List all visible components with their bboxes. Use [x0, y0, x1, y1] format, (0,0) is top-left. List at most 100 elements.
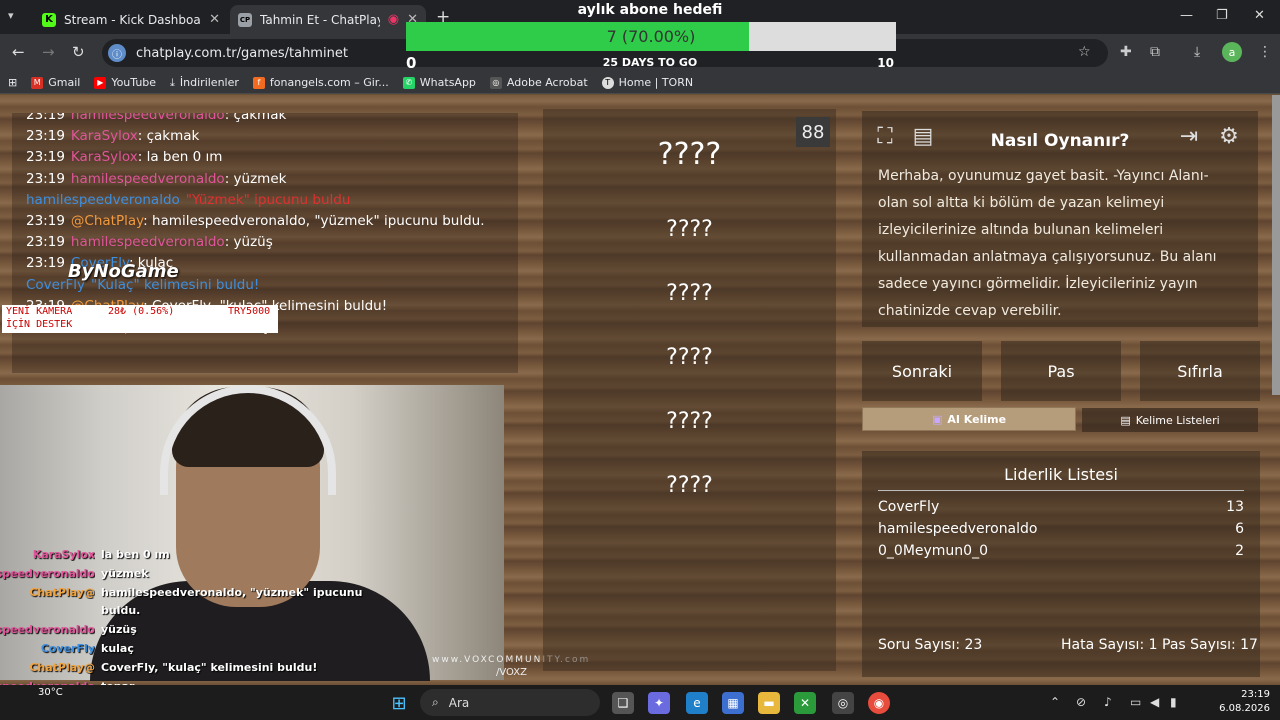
- minimize-icon[interactable]: —: [1180, 8, 1193, 23]
- chat-username[interactable]: hamilespeedveronaldo: [71, 171, 225, 187]
- edge-icon[interactable]: e: [686, 692, 708, 714]
- xbox-icon[interactable]: ✕: [794, 692, 816, 714]
- how-to-play-title: Nasıl Oynanır?: [990, 131, 1130, 151]
- banner-line2: İÇİN DESTEK: [6, 319, 73, 330]
- site-info-icon[interactable]: ⓘ: [108, 44, 126, 62]
- pass-count: Pas Sayısı: 17: [1162, 637, 1258, 653]
- overlay-chat-user: KaraSylox: [32, 548, 95, 561]
- robot-icon: ▣: [931, 412, 943, 426]
- overlay-chat-message: yüzmek: [101, 566, 149, 580]
- system-clock[interactable]: 23:19 6.08.2026: [1196, 688, 1270, 716]
- back-icon[interactable]: ←: [12, 43, 25, 61]
- url-text: chatplay.com.tr/games/tahminet: [136, 45, 348, 61]
- store-icon[interactable]: ▦: [722, 692, 744, 714]
- chat-line: 23:19 hamilespeedveronaldo: yüzmek: [26, 171, 286, 187]
- watermark-handle: /VOXZ: [496, 667, 527, 678]
- app-icon[interactable]: ◎: [832, 692, 854, 714]
- chat-message: "Yüzmek" ipucunu buldu: [185, 191, 351, 208]
- next-button[interactable]: Sonraki: [862, 341, 982, 401]
- overlay-chat-message: hamilespeedveronaldo, "yüzmek" ipucunu: [101, 585, 363, 599]
- volume-icon[interactable]: ◀: [1150, 695, 1159, 709]
- file-explorer-icon[interactable]: ▬: [758, 692, 780, 714]
- bookmark-gmail[interactable]: M Gmail: [31, 76, 80, 89]
- chat-line: 23:19 hamilespeedveronaldo: çakmak: [26, 113, 286, 123]
- bookmark-youtube[interactable]: ▶ YouTube: [94, 76, 156, 89]
- chat-line: 23:19 @ChatPlay: hamilespeedveronaldo, "y…: [26, 213, 485, 229]
- reload-icon[interactable]: ↻: [72, 43, 85, 61]
- player-name: 0_0Meymun0_0: [878, 543, 988, 559]
- chat-time: 23:19: [26, 128, 65, 145]
- extensions-puzzle-icon[interactable]: ⧉: [1150, 44, 1160, 60]
- clock-date: 6.08.2026: [1219, 703, 1270, 714]
- chat-username[interactable]: KaraSylox: [71, 128, 138, 144]
- close-tab-icon[interactable]: ✕: [209, 12, 220, 27]
- bookmark-star-icon[interactable]: ☆: [1078, 44, 1091, 60]
- hidden-word: ????: [666, 281, 713, 306]
- apps-grid-icon[interactable]: ⊞: [8, 76, 17, 89]
- microphone-icon[interactable]: ♪: [1104, 695, 1112, 709]
- camera-donation-banner: YENİ KAMERA 28₺ (0.56%) TRY5000 İÇİN DES…: [2, 305, 278, 333]
- tray-app-icon[interactable]: ⊘: [1076, 695, 1086, 709]
- banner-line1: YENİ KAMERA: [6, 306, 73, 317]
- ai-word-button[interactable]: ▣ AI Kelime: [862, 407, 1076, 431]
- task-view-icon[interactable]: ❑: [612, 692, 634, 714]
- download-icon[interactable]: ⤓: [1194, 44, 1200, 60]
- tray-chevron-icon[interactable]: ⌃: [1050, 695, 1060, 709]
- goal-progress-text: 7 (70.00%): [606, 27, 696, 46]
- tab-chatplay[interactable]: CP Tahmin Et - ChatPlay ◉ ✕: [230, 5, 426, 34]
- close-window-icon[interactable]: ✕: [1254, 8, 1265, 23]
- chat-username[interactable]: @ChatPlay: [71, 213, 143, 229]
- bookmark-downloads[interactable]: ⤓ İndirilenler: [170, 76, 239, 90]
- chat-line: hamilespeedveronaldo "Yüzmek" ipucunu bul…: [26, 192, 350, 208]
- chat-time: 23:19: [26, 170, 65, 187]
- reset-button[interactable]: Sıfırla: [1140, 341, 1260, 401]
- banner-goal: TRY5000: [228, 306, 271, 317]
- chat-message: : hamilespeedveronaldo, "yüzmek" ipucunu…: [143, 213, 485, 229]
- forward-icon[interactable]: →: [42, 43, 55, 61]
- chat-time: 23:19: [26, 234, 65, 251]
- hidden-word: ????: [666, 409, 713, 434]
- bookmark-label: İndirilenler: [179, 76, 239, 89]
- overlay-chat-user: @ChatPlay: [29, 660, 95, 674]
- tab-kick-dashboard[interactable]: K Stream - Kick Dashboard ✕: [34, 5, 228, 34]
- chat-time: 23:19: [26, 149, 65, 166]
- bookmark-label: YouTube: [111, 76, 157, 89]
- goal-progress-bar: 7 (70.00%): [406, 22, 896, 51]
- word-board: ???? ???? ???? ???? ???? ????: [543, 109, 836, 671]
- tab-title: Stream - Kick Dashboard: [64, 12, 202, 27]
- word-lists-label: Kelime Listeleri: [1135, 413, 1220, 427]
- weather-widget[interactable]: 30°C: [38, 687, 63, 698]
- overlay-chat-message: CoverFly, "kulaç" kelimesini buldu!: [101, 660, 318, 674]
- network-icon[interactable]: ▭: [1130, 695, 1141, 709]
- extension-icon[interactable]: ✚: [1120, 44, 1132, 60]
- word-lists-button[interactable]: ▤ Kelime Listeleri: [1082, 408, 1258, 432]
- chat-username[interactable]: hamilespeedveronaldo: [71, 234, 225, 250]
- taskbar-search[interactable]: ⌕ Ara: [420, 689, 600, 716]
- chatplay-favicon-icon: CP: [238, 12, 252, 27]
- bookmark-torn[interactable]: T Home | TORN: [601, 76, 693, 89]
- chat-username[interactable]: hamilespeedveronaldo: [71, 113, 225, 123]
- chrome-icon[interactable]: ◉: [868, 692, 890, 714]
- menu-kebab-icon[interactable]: ⋮: [1258, 44, 1272, 60]
- maximize-icon[interactable]: ❐: [1216, 8, 1228, 23]
- battery-icon[interactable]: ▮: [1170, 695, 1177, 709]
- chat-line: 23:19 hamilespeedveronaldo: yüzüş: [26, 234, 273, 250]
- tab-search-icon[interactable]: ▾: [8, 9, 14, 22]
- scrollbar[interactable]: [1272, 95, 1280, 395]
- list-icon: ▤: [1120, 413, 1131, 427]
- profile-avatar[interactable]: a: [1222, 42, 1242, 62]
- chat-username[interactable]: KaraSylox: [71, 149, 138, 165]
- goal-max: 10: [877, 56, 894, 70]
- overlay-chat-user: hamilespeedveronaldo: [0, 566, 95, 580]
- overlay-chat-user: @ChatPlay: [29, 585, 95, 599]
- bookmark-whatsapp[interactable]: ✆ WhatsApp: [402, 76, 476, 89]
- windows-start-icon[interactable]: ⊞: [388, 692, 410, 714]
- chat-panel: 23:19 hamilespeedveronaldo: çakmak 23:19 Ka…: [12, 113, 518, 373]
- bookmark-adobe[interactable]: ◎ Adobe Acrobat: [489, 76, 588, 89]
- bookmark-fonangels[interactable]: f fonangels.com – Gir...: [252, 76, 389, 89]
- pass-button[interactable]: Pas: [1001, 341, 1121, 401]
- ai-word-label: AI Kelime: [947, 412, 1007, 426]
- copilot-icon[interactable]: ✦: [648, 692, 670, 714]
- chat-time: 23:19: [26, 113, 65, 123]
- chat-username[interactable]: hamilespeedveronaldo: [26, 192, 180, 208]
